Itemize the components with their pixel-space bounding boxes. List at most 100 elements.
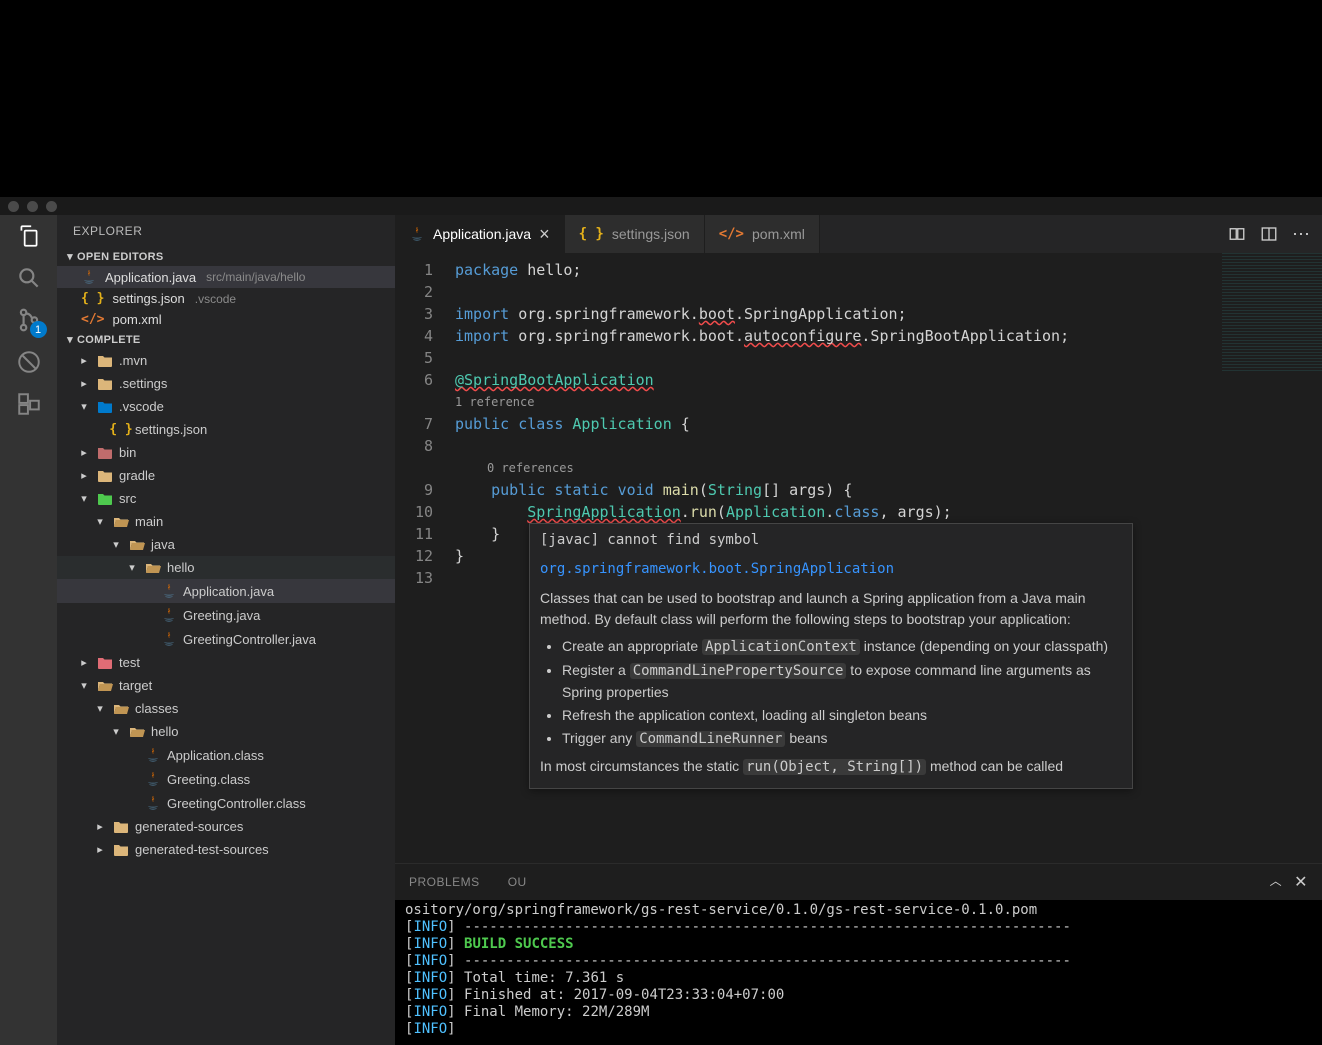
code-text: .	[825, 503, 834, 521]
line-number: 6	[395, 369, 443, 391]
tree-file[interactable]: Greeting.java	[57, 603, 395, 627]
tree-folder[interactable]: ▾src	[57, 487, 395, 510]
traffic-light-minimize[interactable]	[27, 201, 38, 212]
tree-label: hello	[151, 724, 178, 739]
tree-file[interactable]: Greeting.class	[57, 767, 395, 791]
search-icon[interactable]	[14, 263, 44, 293]
compare-icon[interactable]	[1228, 225, 1246, 243]
open-editor-item[interactable]: </> pom.xml	[57, 309, 395, 330]
tab-settings-json[interactable]: { } settings.json	[565, 215, 705, 253]
tree-label: .vscode	[119, 399, 164, 414]
open-editors-header[interactable]: ▾ OPEN EDITORS	[57, 247, 395, 266]
tree-folder[interactable]: ▸generated-sources	[57, 815, 395, 838]
tree-file[interactable]: { }settings.json	[57, 418, 395, 441]
tree-folder[interactable]: ▾java	[57, 533, 395, 556]
file-icon	[113, 820, 129, 834]
file-icon	[145, 795, 161, 811]
twisty-icon: ▸	[77, 377, 91, 390]
chevron-up-icon[interactable]: ︿	[1270, 872, 1283, 892]
twisty-icon: ▾	[125, 561, 139, 574]
twisty-icon: ▾	[77, 400, 91, 413]
tree-folder[interactable]: ▸.settings	[57, 372, 395, 395]
debug-icon[interactable]	[14, 347, 44, 377]
tree-folder[interactable]: ▸generated-test-sources	[57, 838, 395, 861]
tree-folder[interactable]: ▸.mvn	[57, 349, 395, 372]
close-panel-icon[interactable]: ✕	[1294, 872, 1308, 892]
close-icon[interactable]: ×	[539, 224, 550, 245]
function: run	[690, 503, 717, 521]
line-gutter: 12345678910111213	[395, 259, 443, 589]
twisty-icon: ▸	[93, 820, 107, 833]
tree-folder[interactable]: ▾target	[57, 674, 395, 697]
java-file-icon	[81, 269, 97, 285]
tree-label: main	[135, 514, 163, 529]
tab-pom-xml[interactable]: </> pom.xml	[705, 215, 820, 253]
open-editor-item[interactable]: { } settings.json .vscode	[57, 288, 395, 309]
panel-tabs: PROBLEMS OU ︿ ✕	[395, 864, 1322, 900]
problems-tab[interactable]: PROBLEMS	[409, 875, 480, 889]
annotation: @SpringBootApplication	[455, 371, 654, 389]
terminal[interactable]: ository/org/springframework/gs-rest-serv…	[395, 900, 1322, 1045]
open-editor-name: Application.java	[105, 270, 196, 285]
hover-text: method can be called	[926, 758, 1063, 774]
traffic-light-close[interactable]	[8, 201, 19, 212]
code-error: autoconfigure	[744, 327, 861, 345]
output-tab[interactable]: OU	[508, 875, 527, 889]
file-icon	[145, 747, 161, 763]
hover-link[interactable]: org.springframework.boot.SpringApplicati…	[540, 559, 1122, 580]
info-tag: INFO	[413, 936, 447, 952]
tree-folder[interactable]: ▾hello	[57, 720, 395, 743]
tree-label: GreetingController.class	[167, 796, 306, 811]
tree-folder[interactable]: ▾classes	[57, 697, 395, 720]
tab-application-java[interactable]: Application.java ×	[395, 215, 565, 253]
tab-label: Application.java	[433, 226, 531, 242]
line-number: 9	[395, 479, 443, 501]
tree-folder[interactable]: ▸bin	[57, 441, 395, 464]
open-editors-list: Application.java src/main/java/hello { }…	[57, 266, 395, 330]
file-icon	[97, 446, 113, 460]
file-icon	[97, 354, 113, 368]
file-icon	[97, 469, 113, 483]
split-editor-icon[interactable]	[1260, 225, 1278, 243]
extensions-icon[interactable]	[14, 389, 44, 419]
explorer-icon[interactable]	[14, 221, 44, 251]
tree-label: test	[119, 655, 140, 670]
more-icon[interactable]: ⋯	[1292, 224, 1310, 245]
tree-label: .mvn	[119, 353, 147, 368]
java-file-icon	[409, 226, 425, 242]
codelens[interactable]: 0 references	[455, 457, 1322, 479]
code-error: boot	[699, 305, 735, 323]
window-titlebar	[0, 197, 1322, 215]
open-editor-item[interactable]: Application.java src/main/java/hello	[57, 266, 395, 288]
project-header[interactable]: ▾ COMPLETE	[57, 330, 395, 349]
traffic-light-zoom[interactable]	[46, 201, 57, 212]
twisty-icon: ▾	[109, 538, 123, 551]
codelens[interactable]: 1 reference	[455, 391, 1322, 413]
tree-folder[interactable]: ▾ .vscode	[57, 395, 395, 418]
twisty-icon: ▾	[77, 492, 91, 505]
term-line: [INFO]	[405, 1021, 1312, 1038]
term-line: [INFO] ---------------------------------…	[405, 953, 1312, 970]
tree-folder[interactable]: ▾main	[57, 510, 395, 533]
file-icon: { }	[113, 422, 129, 437]
hover-list-item: Trigger any CommandLineRunner beans	[562, 728, 1122, 750]
tree-file[interactable]: GreetingController.class	[57, 791, 395, 815]
editor-tabs: Application.java × { } settings.json </>…	[395, 215, 1322, 253]
file-icon	[161, 583, 177, 599]
tree-file[interactable]: Application.java	[57, 579, 395, 603]
twisty-icon: ▸	[93, 843, 107, 856]
tree-folder[interactable]: ▸test	[57, 651, 395, 674]
hover-tooltip[interactable]: [javac] cannot find symbol org.springfra…	[529, 523, 1133, 789]
tree-label: target	[119, 678, 152, 693]
tree-folder[interactable]: ▾hello	[57, 556, 395, 579]
code-text: }	[455, 525, 500, 543]
tree-folder[interactable]: ▸gradle	[57, 464, 395, 487]
line-number	[395, 391, 443, 413]
hover-list: Create an appropriate ApplicationContext…	[562, 636, 1122, 750]
app-shell: 1 EXPLORER ▾ OPEN EDITORS Application.ja…	[0, 215, 1322, 1045]
source-control-icon[interactable]: 1	[14, 305, 44, 335]
code-editor[interactable]: 12345678910111213 package hello; import …	[395, 253, 1322, 863]
info-tag: INFO	[413, 1021, 447, 1037]
tree-file[interactable]: Application.class	[57, 743, 395, 767]
tree-file[interactable]: GreetingController.java	[57, 627, 395, 651]
